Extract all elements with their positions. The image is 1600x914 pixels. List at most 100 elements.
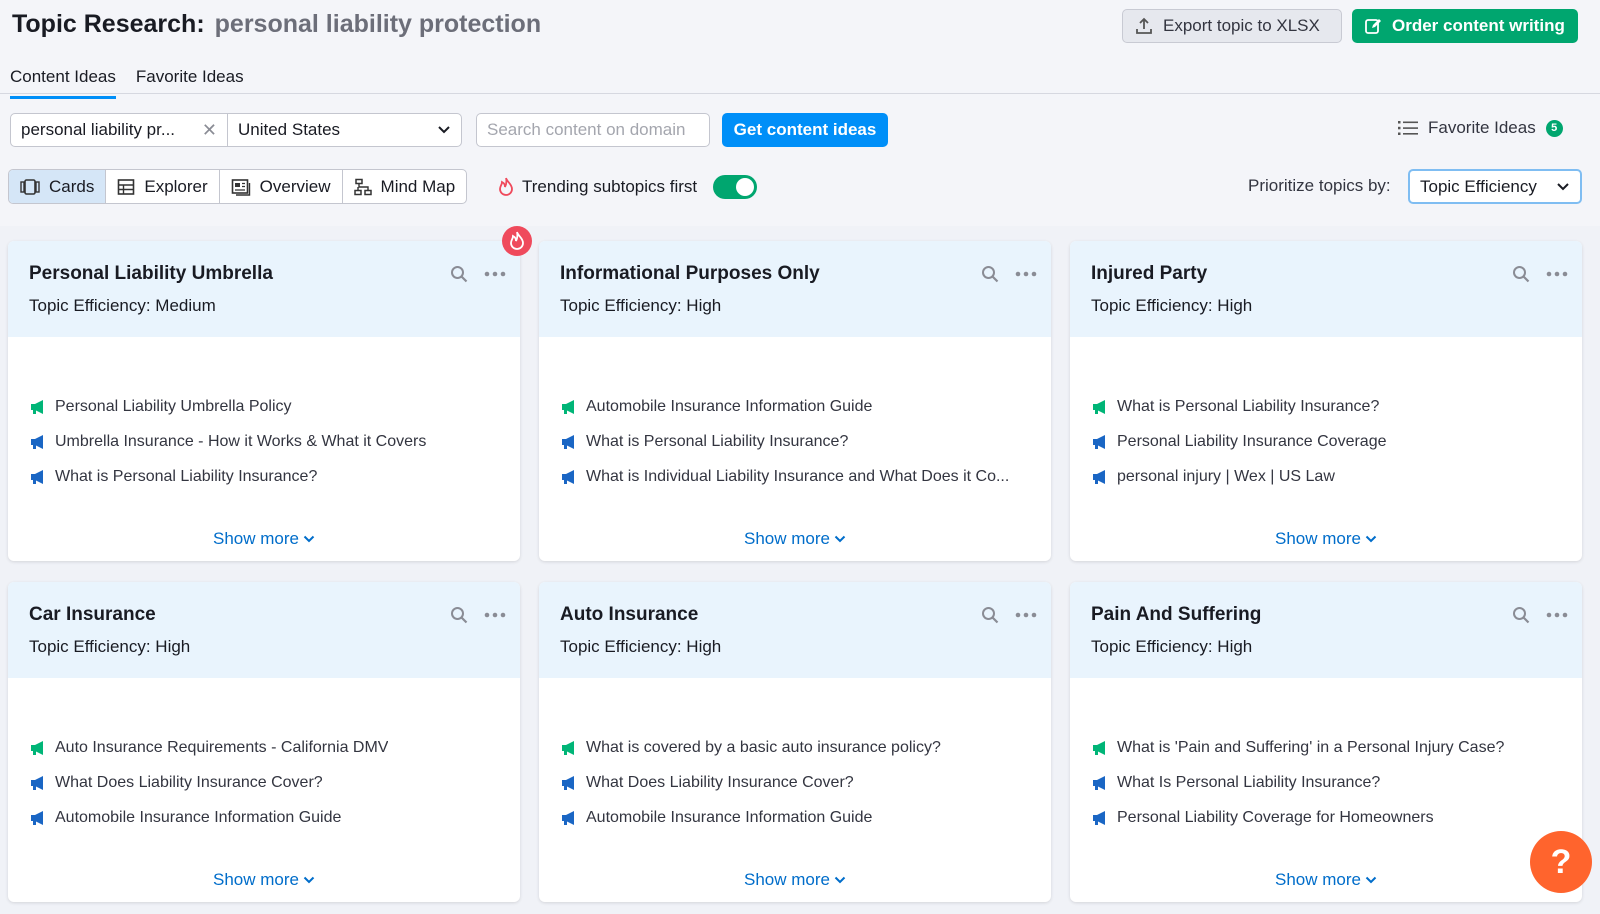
domain-search-input[interactable]: [476, 113, 710, 147]
megaphone-icon: [31, 740, 43, 755]
content-idea-text: What is 'Pain and Suffering' in a Person…: [1117, 738, 1505, 756]
content-idea-text: Personal Liability Coverage for Homeowne…: [1117, 808, 1434, 826]
more-options-icon[interactable]: [1015, 612, 1037, 618]
content-idea-item[interactable]: What Does Liability Insurance Cover?: [560, 765, 941, 800]
favorite-ideas-link[interactable]: Favorite Ideas 5: [1398, 118, 1563, 138]
more-options-icon[interactable]: [1546, 271, 1568, 277]
show-more-link[interactable]: Show more: [539, 529, 1051, 549]
card-actions: [981, 606, 1037, 624]
content-idea-item[interactable]: What is covered by a basic auto insuranc…: [560, 730, 941, 765]
more-options-icon[interactable]: [484, 612, 506, 618]
search-icon[interactable]: [981, 265, 999, 283]
content-idea-text: Personal Liability Umbrella Policy: [55, 397, 292, 415]
content-idea-item[interactable]: Personal Liability Umbrella Policy: [29, 389, 426, 424]
table-icon: [118, 178, 135, 195]
view-explorer-label: Explorer: [144, 176, 208, 196]
show-more-link[interactable]: Show more: [539, 870, 1051, 890]
search-icon[interactable]: [981, 606, 999, 624]
export-xlsx-button[interactable]: Export topic to XLSX: [1122, 9, 1342, 43]
view-mindmap-button[interactable]: Mind Map: [343, 170, 467, 203]
tabs-divider: [0, 93, 1600, 94]
edit-icon: [1365, 19, 1381, 34]
card-efficiency: Topic Efficiency: High: [29, 637, 191, 656]
content-idea-text: Umbrella Insurance - How it Works & What…: [55, 432, 427, 450]
topic-card[interactable]: Injured Party Topic Efficiency: High What …: [1070, 241, 1582, 561]
content-idea-item[interactable]: personal injury | Wex | US Law: [1091, 459, 1386, 494]
search-icon[interactable]: [1512, 265, 1530, 283]
search-icon[interactable]: [450, 265, 468, 283]
more-options-icon[interactable]: [484, 271, 506, 277]
content-idea-text: Automobile Insurance Information Guide: [586, 808, 873, 826]
content-idea-text: What Is Personal Liability Insurance?: [1117, 773, 1381, 791]
fire-icon: [499, 177, 513, 196]
mindmap-icon: [353, 178, 372, 195]
card-title: Informational Purposes Only: [560, 263, 820, 284]
view-overview-button[interactable]: Overview: [220, 170, 343, 203]
view-switcher: Cards Explorer Overview Mind Map: [8, 169, 468, 204]
topic-card[interactable]: Auto Insurance Topic Efficiency: High What…: [539, 582, 1051, 902]
view-explorer-button[interactable]: Explorer: [106, 170, 220, 203]
export-label: Export topic to XLSX: [1163, 16, 1320, 35]
content-idea-item[interactable]: Personal Liability Coverage for Homeowne…: [1091, 800, 1504, 835]
country-select[interactable]: United States: [227, 113, 462, 147]
content-idea-item[interactable]: What is Personal Liability Insurance?: [1091, 389, 1386, 424]
megaphone-icon: [31, 775, 43, 790]
content-idea-item[interactable]: What is Personal Liability Insurance?: [29, 459, 426, 494]
fire-icon: [510, 231, 524, 250]
content-idea-item[interactable]: Automobile Insurance Information Guide: [29, 800, 388, 835]
search-icon[interactable]: [1512, 606, 1530, 624]
more-options-icon[interactable]: [1546, 612, 1568, 618]
more-options-icon[interactable]: [1015, 271, 1037, 277]
content-idea-item[interactable]: What is Individual Liability Insurance a…: [560, 459, 1009, 494]
content-idea-item[interactable]: What Does Liability Insurance Cover?: [29, 765, 388, 800]
order-content-button[interactable]: Order content writing: [1352, 9, 1578, 43]
help-button[interactable]: ?: [1530, 831, 1592, 893]
view-cards-button[interactable]: Cards: [9, 170, 107, 203]
card-header: Informational Purposes Only Topic Efficie…: [539, 241, 1051, 337]
content-idea-item[interactable]: Umbrella Insurance - How it Works & What…: [29, 424, 426, 459]
content-idea-item[interactable]: Auto Insurance Requirements - California…: [29, 730, 388, 765]
topic-card[interactable]: Informational Purposes Only Topic Efficie…: [539, 241, 1051, 561]
megaphone-icon: [562, 469, 574, 484]
content-idea-item[interactable]: What is Personal Liability Insurance?: [560, 424, 1009, 459]
card-efficiency: Topic Efficiency: High: [1091, 296, 1253, 315]
megaphone-icon: [1093, 434, 1105, 449]
megaphone-icon: [562, 810, 574, 825]
card-header: Auto Insurance Topic Efficiency: High: [539, 582, 1051, 678]
view-overview-label: Overview: [259, 176, 331, 196]
content-idea-text: Automobile Insurance Information Guide: [586, 397, 873, 415]
prioritize-select[interactable]: Topic Efficiency: [1408, 169, 1582, 204]
content-idea-text: What Does Liability Insurance Cover?: [55, 773, 323, 791]
card-actions: [450, 265, 506, 283]
get-content-ideas-button[interactable]: Get content ideas: [722, 113, 888, 147]
content-idea-item[interactable]: Automobile Insurance Information Guide: [560, 389, 1009, 424]
topic-card[interactable]: Car Insurance Topic Efficiency: High Auto …: [8, 582, 520, 902]
close-icon[interactable]: ✕: [202, 120, 217, 141]
card-actions: [1512, 606, 1568, 624]
overview-icon: [231, 178, 250, 196]
content-idea-item[interactable]: What Is Personal Liability Insurance?: [1091, 765, 1504, 800]
topic-input[interactable]: personal liability pr... ✕: [10, 113, 228, 147]
chevron-down-icon: [834, 876, 846, 884]
content-idea-item[interactable]: Automobile Insurance Information Guide: [560, 800, 941, 835]
search-icon[interactable]: [450, 606, 468, 624]
chevron-down-icon: [1365, 876, 1377, 884]
title-subject: personal liability protection: [214, 10, 542, 38]
topic-card[interactable]: Pain And Suffering Topic Efficiency: High…: [1070, 582, 1582, 902]
megaphone-icon: [562, 775, 574, 790]
content-idea-text: What is Individual Liability Insurance a…: [586, 467, 1010, 485]
trending-subtopics-row: Trending subtopics first: [498, 175, 758, 199]
show-more-link[interactable]: Show more: [1070, 529, 1582, 549]
trending-toggle[interactable]: [713, 175, 758, 199]
show-more-link[interactable]: Show more: [8, 870, 520, 890]
toggle-knob: [736, 178, 755, 196]
content-idea-item[interactable]: Personal Liability Insurance Coverage: [1091, 424, 1386, 459]
content-idea-item[interactable]: What is 'Pain and Suffering' in a Person…: [1091, 730, 1504, 765]
show-more-link[interactable]: Show more: [8, 529, 520, 549]
content-ideas-list: What is covered by a basic auto insuranc…: [560, 730, 941, 835]
card-header: Car Insurance Topic Efficiency: High: [8, 582, 520, 678]
show-more-link[interactable]: Show more: [1070, 870, 1582, 890]
megaphone-icon: [31, 434, 43, 449]
topic-card[interactable]: Personal Liability Umbrella Topic Efficie…: [8, 241, 520, 561]
favorite-ideas-label: Favorite Ideas: [1428, 118, 1536, 137]
